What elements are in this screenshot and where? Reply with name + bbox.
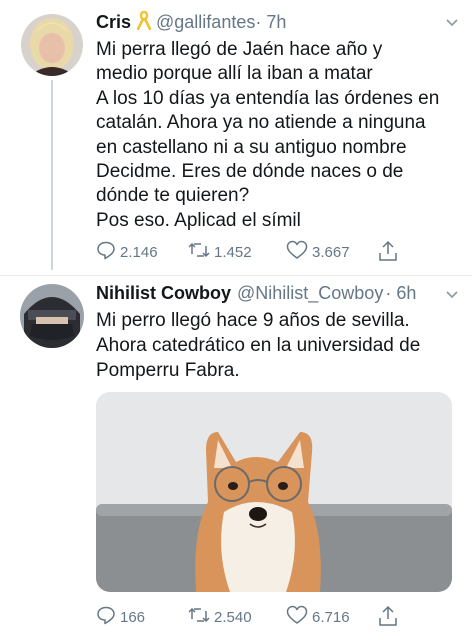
tweet-line: A los 10 días ya entendía las órdenes en bbox=[96, 87, 440, 109]
timestamp[interactable]: · 7h bbox=[255, 12, 286, 33]
reply-button[interactable]: 166 bbox=[96, 605, 145, 629]
retweet-count: 1.452 bbox=[214, 243, 252, 261]
share-button[interactable] bbox=[378, 605, 402, 631]
retweet-button[interactable]: 2.540 bbox=[188, 605, 252, 629]
timestamp[interactable]: · 6h bbox=[385, 283, 416, 304]
retweet-icon bbox=[188, 605, 214, 629]
tweet-line: Pomperru Fabra. bbox=[96, 360, 240, 381]
tweet-line: Mi perro llegó hace 9 años de sevilla. bbox=[96, 310, 410, 331]
handle[interactable]: @gallifantes bbox=[156, 12, 255, 33]
heart-icon bbox=[286, 605, 312, 629]
tweet-line: Mi perra llegó de Jaén hace año y bbox=[96, 39, 383, 60]
reply-button[interactable]: 2.146 bbox=[96, 240, 158, 264]
yellow-ribbon-icon bbox=[136, 10, 152, 35]
like-count: 6.716 bbox=[312, 608, 350, 626]
tweet-actions: 166 2.540 6.716 bbox=[96, 605, 456, 627]
tweet-header: Nihilist Cowboy @Nihilist_Cowboy · 6h bbox=[96, 283, 416, 304]
share-icon bbox=[378, 240, 402, 266]
tweet-line: Ahora catedrático en la universidad de bbox=[96, 335, 421, 356]
avatar[interactable] bbox=[20, 284, 84, 348]
tweet-text: Mi perra llegó de Jaén hace año y medio … bbox=[96, 38, 464, 233]
retweet-count: 2.540 bbox=[214, 608, 252, 626]
reply-icon bbox=[96, 240, 120, 264]
reply-count: 166 bbox=[120, 608, 146, 626]
retweet-button[interactable]: 1.452 bbox=[188, 240, 252, 264]
share-icon bbox=[378, 605, 402, 631]
tweet-line: dónde te quieren? bbox=[96, 185, 250, 207]
reply-count: 2.146 bbox=[120, 243, 158, 261]
tweet-header: Cris @gallifantes · 7h bbox=[96, 10, 286, 35]
display-name[interactable]: Nihilist Cowboy bbox=[96, 283, 231, 304]
heart-icon bbox=[286, 240, 312, 264]
tweet-nihilist-cowboy[interactable]: Nihilist Cowboy @Nihilist_Cowboy · 6h Mi… bbox=[0, 276, 472, 640]
thread-line bbox=[51, 80, 53, 270]
chevron-down-icon[interactable] bbox=[446, 286, 458, 302]
retweet-icon bbox=[188, 240, 214, 264]
tweet-line: catalán. Ahora ya no atiende a ninguna bbox=[96, 112, 426, 134]
chevron-down-icon[interactable] bbox=[446, 14, 458, 30]
avatar[interactable] bbox=[21, 14, 83, 76]
dog-photo[interactable] bbox=[96, 392, 452, 592]
display-name[interactable]: Cris bbox=[96, 12, 131, 33]
tweet-line: Decidme. Eres de dónde naces o de bbox=[96, 161, 404, 183]
like-count: 3.667 bbox=[312, 243, 350, 261]
tweet-line: medio porque allí la iban a matar bbox=[96, 63, 373, 85]
handle[interactable]: @Nihilist_Cowboy bbox=[237, 283, 383, 304]
tweet-line: en castellano ni a su antiguo nombre bbox=[96, 136, 407, 158]
like-button[interactable]: 6.716 bbox=[286, 605, 350, 629]
tweet-cris[interactable]: Cris @gallifantes · 7h Mi perra llegó de… bbox=[0, 0, 472, 276]
tweet-text: Mi perro llegó hace 9 años de sevilla. A… bbox=[96, 308, 464, 383]
reply-icon bbox=[96, 605, 120, 629]
tweet-actions: 2.146 1.452 3.667 bbox=[96, 240, 456, 262]
like-button[interactable]: 3.667 bbox=[286, 240, 350, 264]
tweet-line: Pos eso. Aplicad el símil bbox=[96, 209, 301, 231]
share-button[interactable] bbox=[378, 240, 402, 266]
